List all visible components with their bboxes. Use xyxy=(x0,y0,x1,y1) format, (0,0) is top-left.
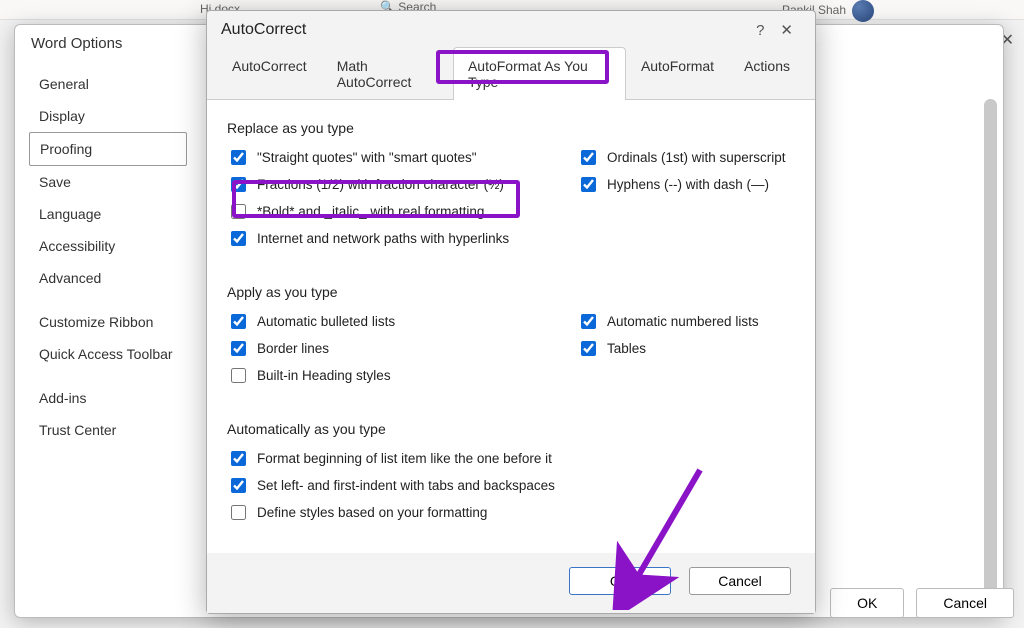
replace-left-checkbox-input-0[interactable] xyxy=(231,150,246,165)
auto-checkbox-label-1: Set left- and first-indent with tabs and… xyxy=(257,478,555,493)
tab-math-autocorrect[interactable]: Math AutoCorrect xyxy=(322,47,453,100)
sidebar-item-general[interactable]: General xyxy=(29,68,187,100)
replace-left-checkbox-input-2[interactable] xyxy=(231,204,246,219)
auto-checkbox-2[interactable]: Define styles based on your formatting xyxy=(227,499,795,526)
apply-right-checkbox-label-0: Automatic numbered lists xyxy=(607,314,759,329)
apply-left-checkbox-2[interactable]: Built-in Heading styles xyxy=(227,362,577,389)
apply-left-checkbox-label-2: Built-in Heading styles xyxy=(257,368,391,383)
sidebar-item-language[interactable]: Language xyxy=(29,198,187,230)
sidebar-item-save[interactable]: Save xyxy=(29,166,187,198)
auto-checkbox-input-2[interactable] xyxy=(231,505,246,520)
section-apply-title: Apply as you type xyxy=(227,284,795,300)
apply-left-checkbox-input-0[interactable] xyxy=(231,314,246,329)
apply-left-checkbox-input-2[interactable] xyxy=(231,368,246,383)
replace-left-checkbox-1[interactable]: Fractions (1/2) with fraction character … xyxy=(227,171,577,198)
sidebar-item-trust-center[interactable]: Trust Center xyxy=(29,414,187,446)
auto-checkbox-input-0[interactable] xyxy=(231,451,246,466)
autocorrect-content: Replace as you type "Straight quotes" wi… xyxy=(207,100,815,553)
sidebar-item-accessibility[interactable]: Accessibility xyxy=(29,230,187,262)
replace-right-checkbox-input-0[interactable] xyxy=(581,150,596,165)
close-icon[interactable]: ✕ xyxy=(772,21,801,39)
replace-left-checkbox-label-1: Fractions (1/2) with fraction character … xyxy=(257,177,504,192)
sidebar-item-quick-access-toolbar[interactable]: Quick Access Toolbar xyxy=(29,338,187,370)
tab-autoformat[interactable]: AutoFormat xyxy=(626,47,729,100)
sidebar-item-advanced[interactable]: Advanced xyxy=(29,262,187,294)
scrollbar-thumb[interactable] xyxy=(984,99,997,609)
word-options-sidebar: GeneralDisplayProofingSaveLanguageAccess… xyxy=(15,62,195,617)
autocorrect-cancel-button[interactable]: Cancel xyxy=(689,567,791,595)
autocorrect-tabs: AutoCorrectMath AutoCorrectAutoFormat As… xyxy=(207,47,815,100)
apply-right-checkbox-input-0[interactable] xyxy=(581,314,596,329)
auto-checkbox-input-1[interactable] xyxy=(231,478,246,493)
replace-left-checkbox-label-3: Internet and network paths with hyperlin… xyxy=(257,231,509,246)
apply-left-checkbox-label-1: Border lines xyxy=(257,341,329,356)
replace-right-checkbox-label-1: Hyphens (--) with dash (—) xyxy=(607,177,769,192)
replace-left-checkbox-input-1[interactable] xyxy=(231,177,246,192)
autocorrect-dialog: AutoCorrect ? ✕ AutoCorrectMath AutoCorr… xyxy=(206,10,816,614)
replace-left-checkbox-3[interactable]: Internet and network paths with hyperlin… xyxy=(227,225,577,252)
replace-left-checkbox-input-3[interactable] xyxy=(231,231,246,246)
tab-autoformat-as-you-type[interactable]: AutoFormat As You Type xyxy=(453,47,626,100)
replace-left-checkbox-label-2: *Bold* and _italic_ with real formatting xyxy=(257,204,484,219)
auto-checkbox-0[interactable]: Format beginning of list item like the o… xyxy=(227,445,795,472)
apply-left-checkbox-input-1[interactable] xyxy=(231,341,246,356)
sidebar-item-customize-ribbon[interactable]: Customize Ribbon xyxy=(29,306,187,338)
tab-actions[interactable]: Actions xyxy=(729,47,805,100)
replace-right-checkbox-input-1[interactable] xyxy=(581,177,596,192)
auto-checkbox-1[interactable]: Set left- and first-indent with tabs and… xyxy=(227,472,795,499)
word-options-cancel-button[interactable]: Cancel xyxy=(916,588,1014,618)
apply-left-checkbox-1[interactable]: Border lines xyxy=(227,335,577,362)
help-icon[interactable]: ? xyxy=(748,22,772,39)
apply-right-checkbox-label-1: Tables xyxy=(607,341,646,356)
auto-checkbox-label-0: Format beginning of list item like the o… xyxy=(257,451,552,466)
autocorrect-title: AutoCorrect xyxy=(221,21,748,39)
apply-left-checkbox-0[interactable]: Automatic bulleted lists xyxy=(227,308,577,335)
sidebar-item-add-ins[interactable]: Add-ins xyxy=(29,382,187,414)
replace-left-checkbox-0[interactable]: "Straight quotes" with "smart quotes" xyxy=(227,144,577,171)
sidebar-item-proofing[interactable]: Proofing xyxy=(29,132,187,166)
replace-right-checkbox-label-0: Ordinals (1st) with superscript xyxy=(607,150,786,165)
auto-checkbox-label-2: Define styles based on your formatting xyxy=(257,505,487,520)
replace-left-checkbox-label-0: "Straight quotes" with "smart quotes" xyxy=(257,150,477,165)
replace-right-checkbox-0[interactable]: Ordinals (1st) with superscript xyxy=(577,144,795,171)
sidebar-item-display[interactable]: Display xyxy=(29,100,187,132)
replace-left-checkbox-2[interactable]: *Bold* and _italic_ with real formatting xyxy=(227,198,577,225)
word-options-footer: OK Cancel xyxy=(830,588,1014,618)
word-options-ok-button[interactable]: OK xyxy=(830,588,904,618)
apply-right-checkbox-0[interactable]: Automatic numbered lists xyxy=(577,308,795,335)
apply-right-checkbox-1[interactable]: Tables xyxy=(577,335,795,362)
autocorrect-footer: OK Cancel xyxy=(207,553,815,613)
avatar xyxy=(852,0,874,22)
section-auto-title: Automatically as you type xyxy=(227,421,795,437)
tab-autocorrect[interactable]: AutoCorrect xyxy=(217,47,322,100)
autocorrect-titlebar: AutoCorrect ? ✕ xyxy=(207,11,815,47)
apply-right-checkbox-input-1[interactable] xyxy=(581,341,596,356)
section-replace-title: Replace as you type xyxy=(227,120,795,136)
autocorrect-ok-button[interactable]: OK xyxy=(569,567,671,595)
apply-left-checkbox-label-0: Automatic bulleted lists xyxy=(257,314,395,329)
replace-right-checkbox-1[interactable]: Hyphens (--) with dash (—) xyxy=(577,171,795,198)
